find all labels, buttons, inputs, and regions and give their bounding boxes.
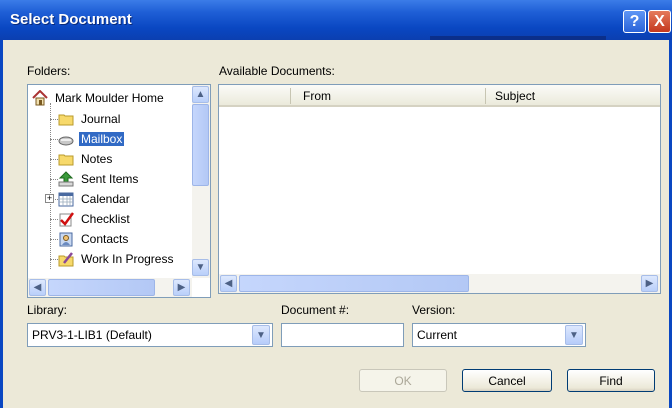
tree-connector [50,159,58,160]
close-icon: X [654,12,665,30]
folder-item-checklist[interactable]: Checklist [58,209,132,229]
checklist-icon [59,212,74,227]
folder-label: Notes [81,152,113,166]
scroll-right-button[interactable]: ▶ [641,275,658,292]
chevron-down-icon: ▼ [195,262,206,273]
tree-connector [50,219,58,220]
library-select[interactable]: PRV3-1-LIB1 (Default) ▼ [27,323,273,347]
work-in-progress-icon [58,252,74,267]
folder-label: Contacts [81,232,129,246]
scroll-left-button[interactable]: ◀ [220,275,237,292]
library-value: PRV3-1-LIB1 (Default) [32,328,152,342]
chevron-left-icon: ◀ [33,282,42,293]
folder-item-home[interactable]: Mark Moulder Home [32,88,166,108]
chevron-right-icon: ▶ [645,278,654,289]
scroll-left-button[interactable]: ◀ [29,279,46,296]
calendar-icon [58,192,74,207]
title-bar: Select Document ? X [0,0,672,40]
find-button[interactable]: Find [567,369,655,392]
tree-connector [50,119,58,120]
document-number-input[interactable] [281,323,404,347]
scroll-up-button[interactable]: ▲ [192,86,209,103]
folder-label: Work In Progress [81,252,174,266]
cancel-button[interactable]: Cancel [462,369,552,392]
folders-tree-content: Mark Moulder Home Journal Mailbox Notes [28,85,190,276]
window-title: Select Document [10,11,132,28]
documents-list-header: From Subject [219,85,660,107]
scroll-thumb[interactable] [48,279,155,296]
folder-label: Journal [81,112,121,126]
folders-label: Folders: [27,64,71,78]
folder-item-journal[interactable]: Journal [58,109,122,129]
mailbox-icon [58,136,74,146]
contacts-icon [59,232,73,247]
library-dropdown-button[interactable]: ▼ [252,325,270,345]
chevron-right-icon: ▶ [177,282,186,293]
chevron-up-icon: ▲ [195,89,206,100]
tree-connector [50,259,58,260]
version-dropdown-button[interactable]: ▼ [565,325,583,345]
column-header-subject[interactable]: Subject [495,89,535,103]
sent-items-icon [58,171,74,187]
folder-item-work-in-progress[interactable]: Work In Progress [58,249,175,269]
scroll-down-button[interactable]: ▼ [192,259,209,276]
library-label: Library: [27,303,68,317]
chevron-down-icon: ▼ [569,329,579,341]
folders-tree[interactable]: Mark Moulder Home Journal Mailbox Notes [27,84,211,298]
folder-item-contacts[interactable]: Contacts [58,229,130,249]
tree-connector [50,103,51,269]
folder-label: Mark Moulder Home [55,91,164,105]
scroll-thumb[interactable] [192,104,209,186]
folders-horizontal-scrollbar[interactable]: ◀ ▶ [28,278,192,297]
folder-item-mailbox[interactable]: Mailbox [58,129,125,149]
expand-calendar-toggle[interactable]: + [45,194,54,203]
available-documents-label: Available Documents: [219,64,335,78]
document-number-label: Document #: [281,303,350,317]
folder-label: Checklist [81,212,130,226]
documents-horizontal-scrollbar[interactable]: ◀ ▶ [219,274,660,293]
folder-icon [58,114,74,126]
folder-label: Mailbox [79,132,125,146]
folder-item-calendar[interactable]: Calendar [58,189,132,209]
column-divider[interactable] [290,88,291,104]
version-label: Version: [412,303,456,317]
column-header-from[interactable]: From [303,89,331,103]
folder-label: Calendar [81,192,130,206]
close-button[interactable]: X [648,10,671,33]
folder-icon [58,154,74,166]
tree-connector [50,239,58,240]
tree-connector [50,139,58,140]
tree-connector [50,179,58,180]
scroll-right-button[interactable]: ▶ [173,279,190,296]
folder-label: Sent Items [81,172,139,186]
folder-item-sent-items[interactable]: Sent Items [58,169,140,189]
home-icon [32,90,48,106]
version-select[interactable]: Current ▼ [412,323,586,347]
documents-list[interactable]: From Subject ◀ ▶ [218,84,661,294]
column-divider[interactable] [485,88,486,104]
help-button[interactable]: ? [623,10,646,33]
version-value: Current [417,328,458,342]
scroll-thumb[interactable] [239,275,469,292]
help-icon: ? [629,12,640,30]
ok-button[interactable]: OK [359,369,447,392]
folder-item-notes[interactable]: Notes [58,149,114,169]
folders-vertical-scrollbar[interactable]: ▲ ▼ [192,85,210,278]
chevron-left-icon: ◀ [224,278,233,289]
chevron-down-icon: ▼ [256,329,266,341]
